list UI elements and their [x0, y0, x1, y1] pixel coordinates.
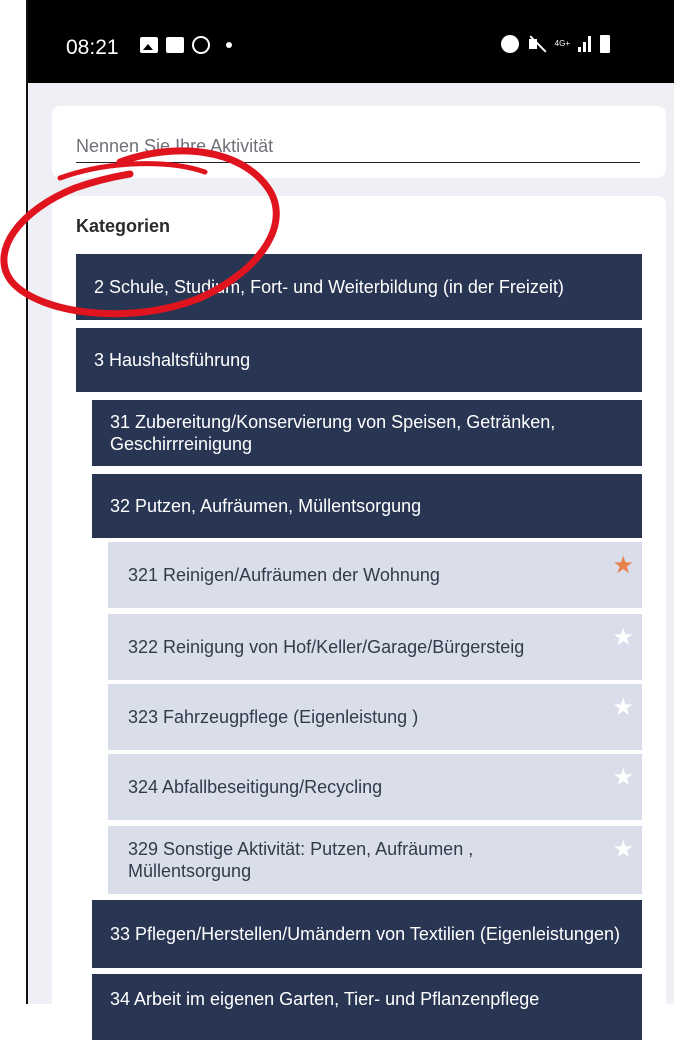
- category-label: 32 Putzen, Aufräumen, Müllentsorgung: [110, 496, 422, 516]
- phone-screen: 08:21 4G+ Kategorien 2 Schule, Studium, …: [26, 0, 674, 1040]
- category-label: 2 Schule, Studium, Fort- und Weiterbildu…: [94, 277, 564, 297]
- status-icons-left: [140, 36, 232, 54]
- activity-item[interactable]: 324 Abfallbeseitigung/Recycling ★: [108, 754, 642, 820]
- battery-icon: [600, 35, 610, 53]
- category-item[interactable]: 3 Haushaltsführung: [76, 328, 642, 392]
- activity-label: 324 Abfallbeseitigung/Recycling: [128, 777, 383, 797]
- star-icon[interactable]: ★: [612, 626, 634, 650]
- star-icon[interactable]: ★: [612, 696, 634, 720]
- message-icon: [166, 37, 184, 53]
- activity-item[interactable]: 323 Fahrzeugpflege (Eigenleistung ) ★: [108, 684, 642, 750]
- category-label: 3 Haushaltsführung: [94, 350, 251, 370]
- fan-icon: [192, 36, 210, 54]
- activity-label: 322 Reinigung von Hof/Keller/Garage/Bürg…: [128, 637, 525, 657]
- activity-label: 329 Sonstige Aktivität: Putzen, Aufräume…: [128, 839, 474, 881]
- status-bar: 08:21 4G+: [28, 0, 674, 83]
- search-card: [52, 106, 666, 178]
- category-item[interactable]: 33 Pflegen/Herstellen/Umändern von Texti…: [92, 900, 642, 968]
- category-item[interactable]: 34 Arbeit im eigenen Garten, Tier- und P…: [92, 974, 642, 1040]
- signal-icon: [578, 36, 592, 52]
- star-icon[interactable]: ★: [612, 838, 634, 862]
- star-icon[interactable]: ★: [612, 554, 634, 578]
- category-label: 34 Arbeit im eigenen Garten, Tier- und P…: [110, 989, 540, 1009]
- mute-icon: [527, 35, 547, 53]
- category-item[interactable]: 32 Putzen, Aufräumen, Müllentsorgung: [92, 474, 642, 538]
- category-item[interactable]: 31 Zubereitung/Konservierung von Speisen…: [92, 400, 642, 466]
- categories-card: Kategorien 2 Schule, Studium, Fort- und …: [52, 196, 666, 1040]
- category-label: 33 Pflegen/Herstellen/Umändern von Texti…: [110, 924, 620, 944]
- activity-item[interactable]: 322 Reinigung von Hof/Keller/Garage/Bürg…: [108, 614, 642, 680]
- category-label: 31 Zubereitung/Konservierung von Speisen…: [110, 412, 556, 454]
- activity-label: 323 Fahrzeugpflege (Eigenleistung ): [128, 707, 419, 727]
- network-4g-icon: 4G+: [554, 39, 570, 48]
- status-time: 08:21: [66, 36, 119, 59]
- activity-item[interactable]: 329 Sonstige Aktivität: Putzen, Aufräume…: [108, 826, 642, 894]
- category-item[interactable]: 2 Schule, Studium, Fort- und Weiterbildu…: [76, 254, 642, 320]
- gallery-icon: [140, 37, 158, 53]
- activity-label: 321 Reinigen/Aufräumen der Wohnung: [128, 565, 440, 585]
- status-icons-right: 4G+: [500, 35, 610, 53]
- star-icon[interactable]: ★: [612, 766, 634, 790]
- dot-icon: [226, 42, 232, 48]
- activity-search-input[interactable]: [76, 130, 640, 163]
- activity-item[interactable]: 321 Reinigen/Aufräumen der Wohnung ★: [108, 542, 642, 608]
- categories-title: Kategorien: [76, 216, 171, 236]
- alarm-icon: [500, 35, 519, 53]
